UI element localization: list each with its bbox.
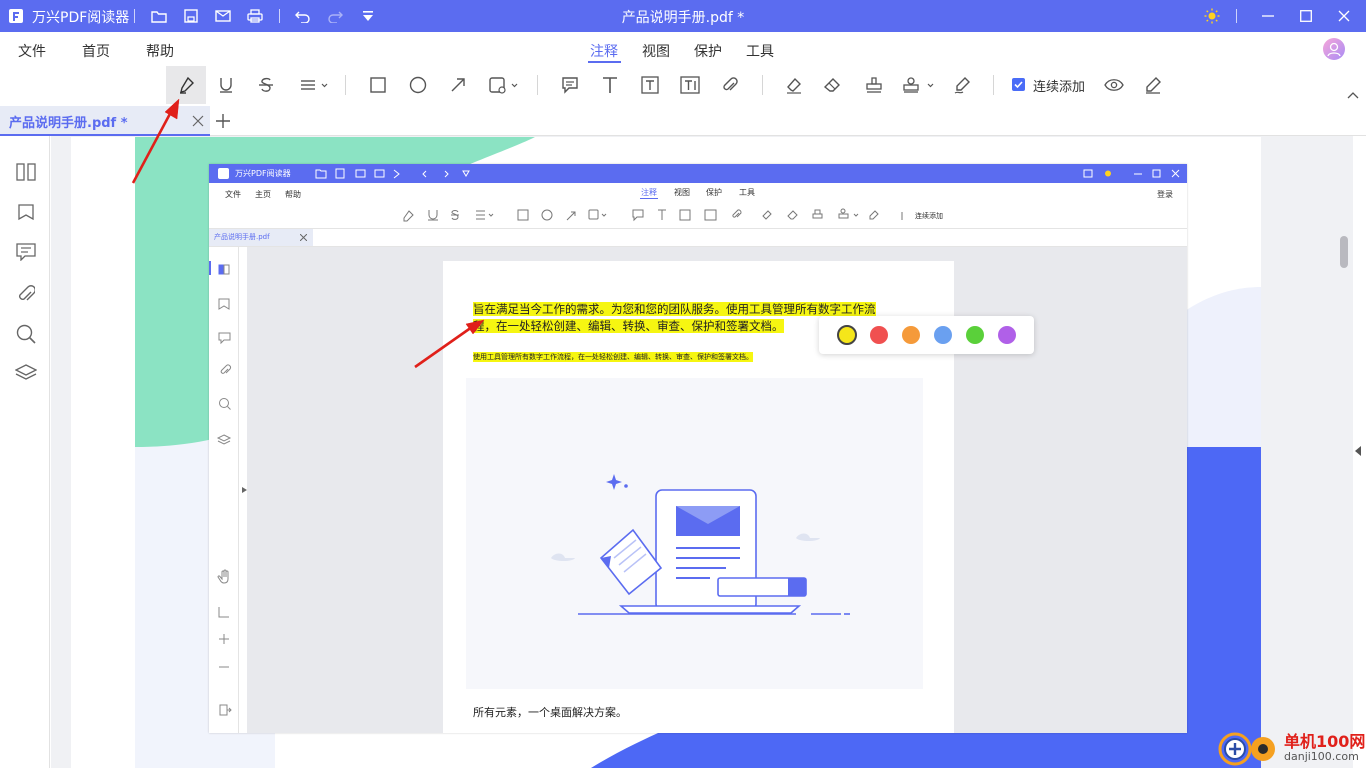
highlight-line-1: 旨在满足当今工作的需求。为您和您的团队服务。使用工具管理所有数字工作流 — [473, 302, 876, 316]
watermark-logo-icon — [1218, 732, 1275, 766]
edit-pen-icon[interactable] — [1139, 72, 1167, 98]
inner-doc-tab-label: 产品说明手册.pdf — [214, 233, 270, 241]
signature-stamp-dropdown-icon[interactable] — [900, 72, 938, 98]
inner-left-panel-icons — [209, 261, 232, 716]
divider — [537, 75, 538, 95]
attachment-icon[interactable] — [716, 72, 744, 98]
tab-protect[interactable]: 保护 — [694, 41, 722, 61]
tab-view[interactable]: 视图 — [642, 41, 670, 61]
title-bar: 万兴PDF阅读器 产品说明手册.pdf * — [0, 0, 1366, 32]
left-sidebar — [0, 136, 59, 768]
inner-app-name: 万兴PDF阅读器 — [235, 169, 291, 178]
collapse-ribbon-icon[interactable] — [1347, 90, 1359, 100]
color-swatch-purple[interactable] — [998, 326, 1016, 344]
vertical-scrollbar-thumb[interactable] — [1340, 236, 1348, 268]
new-tab-plus-icon[interactable] — [215, 113, 231, 129]
inner-window-controls — [1083, 169, 1180, 178]
inner-toolbar-icons — [403, 208, 903, 222]
tab-annotate[interactable]: 注释 — [590, 41, 618, 61]
right-panel-arrow-icon[interactable] — [1355, 446, 1361, 456]
color-swatch-orange[interactable] — [902, 326, 920, 344]
highlighted-paragraph: 旨在满足当今工作的需求。为您和您的团队服务。使用工具管理所有数字工作流 程，在一… — [473, 301, 876, 335]
line-style-dropdown-icon[interactable] — [296, 72, 332, 98]
rectangle-icon[interactable] — [364, 72, 392, 98]
inner-menu-home: 主页 — [255, 190, 271, 199]
document-tab[interactable]: 产品说明手册.pdf * — [0, 106, 210, 136]
sign-icon[interactable] — [948, 72, 976, 98]
color-swatch-blue[interactable] — [934, 326, 952, 344]
continuous-add-checkbox[interactable] — [1012, 78, 1025, 91]
active-tab-indicator — [588, 61, 621, 63]
menu-file[interactable]: 文件 — [18, 41, 46, 61]
inner-quick-icons — [315, 168, 470, 179]
divider — [993, 75, 994, 95]
bookmark-icon[interactable] — [14, 200, 38, 224]
inner-divider — [209, 228, 1187, 229]
embedded-app-screenshot: 万兴PDF阅读器 文件 主页 帮助 注释 视图 保护 工具 登录 连续添加 产品… — [209, 164, 1187, 733]
circle-icon[interactable] — [404, 72, 432, 98]
maximize-icon[interactable] — [1296, 6, 1316, 26]
inner-tab-annotate: 注释 — [641, 188, 657, 197]
arrow-icon[interactable] — [444, 72, 472, 98]
inner-tab-tools: 工具 — [739, 188, 755, 197]
color-swatch-red[interactable] — [870, 326, 888, 344]
thumbnails-icon[interactable] — [14, 160, 38, 184]
watermark-site-name: 单机100网 — [1284, 732, 1366, 751]
inner-tab-underline — [640, 198, 658, 199]
inner-menu-file: 文件 — [225, 190, 241, 199]
divider — [345, 75, 346, 95]
small-highlighted-text: 使用工具管理所有数字工作流程，在一处轻松创建、编辑、转换、审查、保护和签署文档。 — [473, 352, 753, 362]
inner-close-tab-icon — [300, 234, 307, 241]
inner-title-bar: 万兴PDF阅读器 — [209, 164, 1187, 183]
inner-login: 登录 — [1157, 190, 1173, 199]
document-tab-label: 产品说明手册.pdf * — [9, 116, 128, 131]
highlight-tool-button[interactable] — [166, 66, 206, 104]
menu-help[interactable]: 帮助 — [146, 41, 174, 61]
text-box-icon[interactable] — [636, 72, 664, 98]
inner-tab-view: 视图 — [674, 188, 690, 197]
eye-icon[interactable] — [1100, 72, 1128, 98]
close-icon[interactable] — [1334, 6, 1354, 26]
theme-sun-icon[interactable] — [1202, 6, 1222, 26]
shape-dropdown-icon[interactable] — [486, 72, 522, 98]
layers-icon[interactable] — [14, 362, 38, 386]
highlight-line-2: 程，在一处轻松创建、编辑、转换、审查、保护和签署文档。 — [473, 319, 784, 333]
close-tab-icon[interactable] — [192, 115, 204, 127]
menu-home[interactable]: 首页 — [82, 41, 110, 61]
continuous-add-label[interactable]: 连续添加 — [1033, 76, 1085, 95]
search-icon[interactable] — [14, 322, 38, 346]
avatar[interactable] — [1323, 38, 1345, 60]
strikethrough-icon[interactable] — [252, 72, 280, 98]
site-watermark: 单机100网 danji100.com — [1218, 727, 1366, 768]
comments-panel-icon[interactable] — [14, 240, 38, 264]
minimize-icon[interactable] — [1258, 6, 1278, 26]
watermark-site-url: danji100.com — [1284, 750, 1359, 763]
inner-caption: 所有元素，一个桌面解决方案。 — [473, 706, 627, 719]
inner-doc-tab: 产品说明手册.pdf — [209, 229, 313, 246]
underline-icon[interactable] — [212, 72, 240, 98]
highlight-color-palette — [819, 316, 1034, 354]
illustration-box — [466, 378, 923, 689]
text-icon[interactable] — [596, 72, 624, 98]
inner-left-panel — [209, 247, 239, 733]
tab-tools[interactable]: 工具 — [746, 41, 774, 61]
stamp-icon[interactable] — [860, 72, 888, 98]
inner-tab-protect: 保护 — [706, 188, 722, 197]
inner-menu-help: 帮助 — [285, 190, 301, 199]
inner-continuous-add: 连续添加 — [915, 212, 943, 220]
document-illustration — [551, 474, 850, 615]
comment-icon[interactable] — [556, 72, 584, 98]
color-swatch-green[interactable] — [966, 326, 984, 344]
area-highlight-icon[interactable] — [780, 72, 808, 98]
divider — [762, 75, 763, 95]
document-title: 产品说明手册.pdf * — [621, 10, 745, 26]
inner-app-logo-icon — [218, 168, 229, 179]
callout-icon[interactable] — [676, 72, 704, 98]
eraser-icon[interactable] — [818, 72, 846, 98]
attachments-panel-icon[interactable] — [14, 282, 38, 306]
divider — [1236, 9, 1237, 23]
color-swatch-yellow[interactable] — [837, 325, 857, 345]
